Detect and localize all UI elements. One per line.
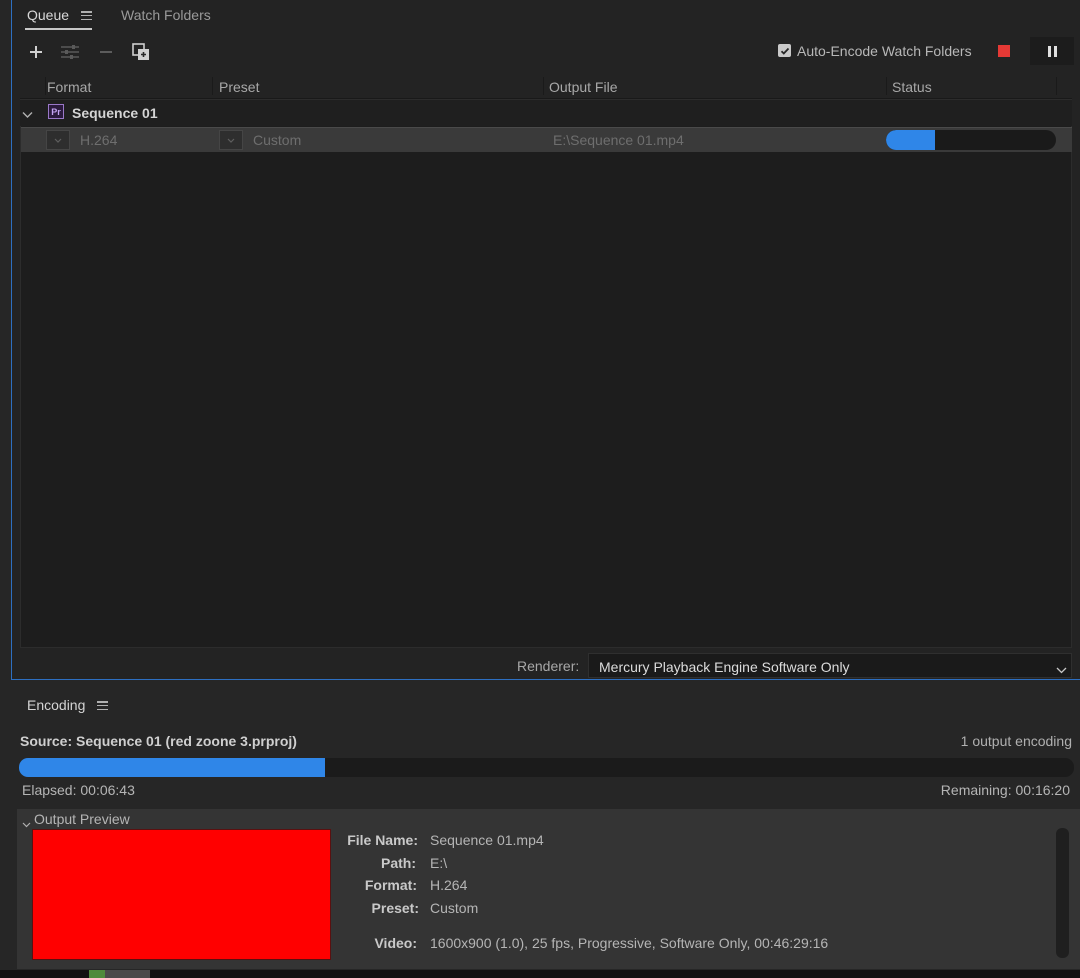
column-preset[interactable]: Preset	[219, 79, 259, 95]
encoding-source: Source: Sequence 01 (red zoone 3.prproj)	[20, 733, 297, 749]
item-preset[interactable]: Custom	[253, 132, 301, 148]
taskbar-app-button[interactable]	[105, 970, 150, 978]
encoding-progress	[19, 758, 1074, 777]
tab-queue-underline	[25, 28, 92, 30]
detail-label-file-name: File Name:	[347, 832, 418, 848]
queue-list	[20, 99, 1072, 648]
encoding-output-count: 1 output encoding	[960, 733, 1072, 749]
item-status-progress-fill	[886, 130, 936, 150]
taskbar-app-indicator[interactable]	[89, 970, 105, 978]
duplicate-icon[interactable]	[130, 41, 152, 63]
premiere-app-icon: Pr	[48, 104, 64, 119]
renderer-value: Mercury Playback Engine Software Only	[599, 659, 850, 675]
column-format[interactable]: Format	[47, 79, 91, 95]
renderer-label: Renderer:	[517, 658, 580, 674]
renderer-select[interactable]: Mercury Playback Engine Software Only	[588, 653, 1072, 678]
group-name: Sequence 01	[72, 105, 158, 121]
detail-label-preset: Preset:	[371, 900, 419, 916]
sliders-icon[interactable]	[59, 41, 81, 63]
minus-icon[interactable]	[95, 41, 117, 63]
detail-value-video: 1600x900 (1.0), 25 fps, Progressive, Sof…	[430, 935, 829, 951]
chevron-down-icon[interactable]	[1056, 661, 1067, 677]
elapsed-time: Elapsed: 00:06:43	[22, 782, 135, 798]
queue-group-row[interactable]	[20, 100, 1072, 126]
encoding-menu-icon[interactable]	[97, 701, 108, 710]
detail-label-path: Path:	[381, 855, 416, 871]
preview-scrollbar[interactable]	[1056, 828, 1069, 958]
encoding-title[interactable]: Encoding	[27, 697, 85, 713]
chevron-down-icon[interactable]	[22, 106, 33, 122]
taskbar	[0, 970, 1080, 978]
detail-label-video: Video:	[374, 935, 417, 951]
chevron-down-icon[interactable]	[22, 815, 31, 831]
auto-encode-label[interactable]: Auto-Encode Watch Folders	[797, 43, 972, 59]
output-preview-thumbnail	[32, 829, 331, 960]
item-output-file[interactable]: E:\Sequence 01.mp4	[553, 132, 684, 148]
queue-column-header: Format Preset Output File Status	[20, 73, 1072, 99]
preset-dropdown-icon[interactable]	[219, 130, 243, 150]
stop-queue-button[interactable]	[998, 45, 1010, 57]
tab-queue[interactable]: Queue	[27, 7, 69, 23]
column-output-file[interactable]: Output File	[549, 79, 617, 95]
column-status[interactable]: Status	[892, 79, 932, 95]
detail-value-format: H.264	[430, 877, 468, 893]
remaining-time: Remaining: 00:16:20	[940, 782, 1070, 798]
item-status-progress	[886, 130, 1056, 150]
output-preview-label[interactable]: Output Preview	[34, 811, 130, 827]
pause-queue-button[interactable]	[1030, 37, 1074, 65]
item-format[interactable]: H.264	[80, 132, 117, 148]
detail-value-preset: Custom	[430, 900, 479, 916]
format-dropdown-icon[interactable]	[46, 130, 70, 150]
detail-label-format: Format:	[364, 877, 417, 893]
plus-icon[interactable]	[25, 41, 47, 63]
tab-watch-folders[interactable]: Watch Folders	[121, 7, 211, 23]
auto-encode-checkbox[interactable]	[778, 44, 791, 57]
encoding-progress-fill	[19, 758, 325, 777]
detail-value-file-name: Sequence 01.mp4	[430, 832, 544, 848]
queue-menu-icon[interactable]	[81, 11, 92, 20]
detail-value-path: E:\	[430, 855, 448, 871]
